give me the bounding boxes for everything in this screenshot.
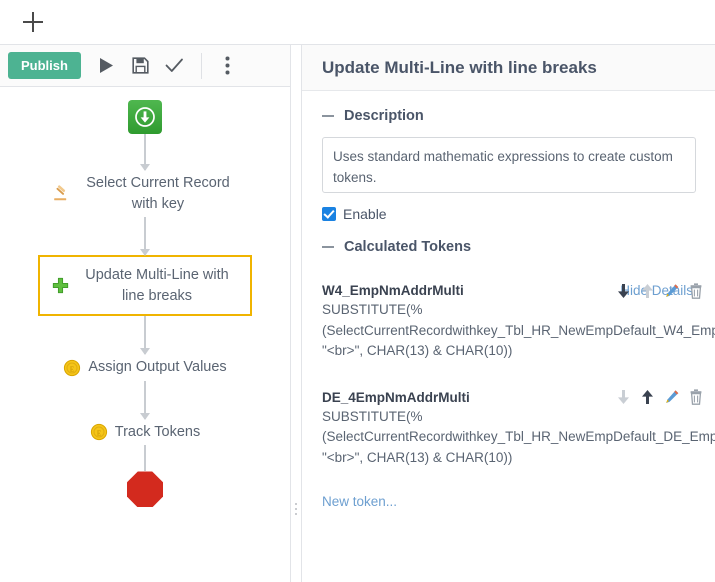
- section-title-description: Description: [344, 108, 424, 124]
- flow-connector: [144, 381, 146, 419]
- section-title-calculated-tokens: Calculated Tokens: [344, 239, 471, 255]
- flow-connector: [144, 316, 146, 354]
- play-icon[interactable]: [91, 50, 123, 82]
- token-row: DE_4EmpNmAddrMulti SUBSTITUTE(% (SelectC…: [322, 390, 715, 469]
- application-window: Publish: [0, 0, 715, 582]
- gavel-icon: [51, 184, 70, 203]
- workflow-toolbar: Publish: [0, 45, 290, 87]
- flow-node-label: Assign Output Values: [88, 357, 226, 378]
- pane-splitter[interactable]: [290, 45, 302, 582]
- plus-icon[interactable]: [20, 9, 46, 35]
- enable-checkbox-label: Enable: [343, 206, 387, 222]
- arrow-up-icon[interactable]: [638, 388, 657, 407]
- green-download-start-icon: [134, 106, 156, 128]
- flow-node-label: Track Tokens: [115, 422, 200, 443]
- section-header-description[interactable]: Description: [322, 108, 715, 124]
- flow-node-label: Select Current Record with key: [77, 173, 239, 214]
- flow-node-track-tokens[interactable]: E Track Tokens: [84, 419, 206, 446]
- flow-node-stop[interactable]: [127, 471, 163, 507]
- toolbar-divider: [201, 53, 202, 79]
- green-plus-icon: [52, 277, 69, 294]
- details-body: Description Enable Calculated Tokens Hid…: [302, 91, 715, 582]
- checkmark-icon[interactable]: [159, 50, 191, 82]
- token-expression: SUBSTITUTE(% (SelectCurrentRecordwithkey…: [322, 407, 715, 469]
- trash-icon[interactable]: [686, 281, 705, 300]
- save-floppy-icon[interactable]: [125, 50, 157, 82]
- page-title: Update Multi-Line with line breaks: [322, 58, 597, 78]
- minus-icon[interactable]: [322, 115, 334, 117]
- token-expression: SUBSTITUTE(% (SelectCurrentRecordwithkey…: [322, 300, 715, 362]
- flow-connector: [144, 134, 146, 170]
- flow-canvas[interactable]: Select Current Record with key Update Mu…: [0, 87, 290, 582]
- arrow-up-icon[interactable]: [638, 281, 657, 300]
- svg-text:E: E: [70, 365, 74, 373]
- token-row: W4_EmpNmAddrMulti SUBSTITUTE(% (SelectCu…: [322, 283, 715, 362]
- flow-connector: [144, 217, 146, 255]
- details-header: Update Multi-Line with line breaks: [302, 45, 715, 91]
- arrow-down-icon[interactable]: [614, 281, 633, 300]
- description-textarea[interactable]: [322, 137, 696, 193]
- publish-button[interactable]: Publish: [8, 52, 81, 79]
- flow-node-select-current-record[interactable]: Select Current Record with key: [45, 170, 245, 217]
- flow-connector: [144, 445, 146, 471]
- tab-strip: [0, 0, 715, 45]
- enable-checkbox[interactable]: [322, 207, 336, 221]
- pencil-icon[interactable]: [662, 388, 681, 407]
- new-token-link[interactable]: New token...: [322, 494, 397, 509]
- flow-node-list: Select Current Record with key Update Mu…: [0, 87, 290, 507]
- enable-checkbox-row[interactable]: Enable: [322, 206, 715, 222]
- kebab-menu-icon[interactable]: [212, 50, 244, 82]
- flow-node-update-multi-line[interactable]: Update Multi-Line with line breaks: [38, 255, 252, 316]
- trash-icon[interactable]: [686, 388, 705, 407]
- drag-handle-dots-icon[interactable]: [295, 503, 297, 515]
- workflow-canvas-pane: Publish: [0, 45, 290, 582]
- details-pane: Update Multi-Line with line breaks Descr…: [302, 45, 715, 582]
- flow-node-label: Update Multi-Line with line breaks: [76, 265, 238, 306]
- svg-text:E: E: [97, 429, 101, 437]
- flow-node-assign-output-values[interactable]: E Assign Output Values: [57, 354, 232, 381]
- pencil-icon[interactable]: [662, 281, 681, 300]
- calculated-tokens-list: Hide Details W4_EmpNmAddrMulti SUBSTITUT…: [322, 283, 715, 511]
- token-actions: [614, 281, 705, 300]
- main-split-container: Publish: [0, 45, 715, 582]
- arrow-down-icon[interactable]: [614, 388, 633, 407]
- gold-coin-icon: E: [63, 359, 81, 377]
- gold-coin-icon: E: [90, 423, 108, 441]
- section-header-calculated-tokens[interactable]: Calculated Tokens: [322, 239, 715, 255]
- minus-icon[interactable]: [322, 246, 334, 248]
- token-actions: [614, 388, 705, 407]
- flow-node-start[interactable]: [128, 100, 162, 134]
